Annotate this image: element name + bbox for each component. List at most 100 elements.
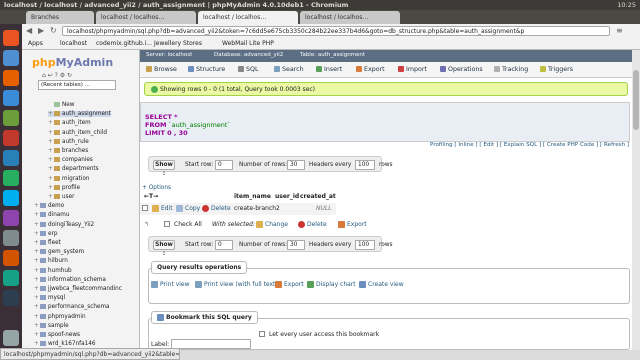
sql-links[interactable]: Profiling [ Inline ] [ Edit ] [ Explain …: [430, 142, 629, 148]
app-icon[interactable]: [3, 210, 19, 226]
col-item-name[interactable]: item_name: [234, 193, 271, 200]
url-field[interactable]: localhost/phpmyadmin/sql.php?db=advanced…: [62, 26, 610, 36]
tab-structure[interactable]: Structure: [188, 66, 225, 73]
quick-icons[interactable]: ⌂ ↩ ? ⚙ ↻: [42, 72, 72, 79]
table-item[interactable]: + departments: [48, 166, 99, 172]
show-button-top[interactable]: Show :: [153, 160, 175, 177]
bookmark-webmail[interactable]: WebMail Lite PHP: [222, 40, 274, 47]
show-button-bottom[interactable]: Show :: [153, 240, 175, 257]
bookmark-localhost[interactable]: localhost: [60, 40, 87, 47]
col-user-id[interactable]: user_id: [275, 193, 299, 200]
start-row-input-top[interactable]: 0: [215, 160, 233, 170]
check-all-label[interactable]: Check All: [174, 221, 202, 228]
recent-tables-select[interactable]: (Recent tables) ...: [38, 80, 116, 90]
filezilla-icon[interactable]: [3, 130, 19, 146]
table-item[interactable]: + user: [48, 194, 74, 200]
start-row-input-bottom[interactable]: 0: [215, 240, 233, 250]
bookmark-apps[interactable]: Apps: [28, 40, 43, 47]
table-item[interactable]: + profile: [48, 184, 80, 191]
app3-icon[interactable]: [3, 270, 19, 286]
headers-input-top[interactable]: 100: [355, 160, 375, 170]
database-item[interactable]: + hilburn: [34, 258, 68, 264]
tab-operations[interactable]: Operations: [440, 66, 483, 73]
settings-icon[interactable]: [3, 230, 19, 246]
tab-insert[interactable]: Insert: [316, 66, 342, 73]
export-link[interactable]: Export: [275, 281, 304, 288]
back-icon[interactable]: ◀: [26, 26, 32, 35]
new-table-link[interactable]: New: [48, 102, 74, 108]
crumb-database[interactable]: Database: advanced_yii2: [214, 52, 283, 58]
database-item[interactable]: + mysql: [34, 295, 65, 301]
database-item[interactable]: + wrd_k167nfa146: [34, 341, 95, 347]
forward-icon[interactable]: ▶: [38, 26, 44, 35]
database-item[interactable]: + gem_system: [34, 249, 84, 255]
bookmark-jewellery[interactable]: Jewellery Stores: [154, 40, 202, 47]
display-chart-link[interactable]: Display chart: [307, 281, 356, 288]
reload-icon[interactable]: ↻: [50, 26, 57, 35]
every-user-checkbox[interactable]: [259, 331, 265, 337]
check-all-box[interactable]: [164, 221, 170, 227]
database-item[interactable]: + doingiTeasy_Yii2: [34, 221, 94, 228]
crumb-server[interactable]: Server: localhost: [146, 52, 192, 58]
table-item[interactable]: + auth_item: [48, 120, 91, 126]
app4-icon[interactable]: [3, 290, 19, 306]
tab-search[interactable]: Search: [274, 66, 304, 73]
database-item[interactable]: + jjwebca_fleetcommandinc: [34, 286, 122, 292]
ubuntu-icon[interactable]: [3, 30, 19, 46]
print-full-link[interactable]: Print view (with full texts): [195, 281, 281, 288]
row-delete[interactable]: Delete: [202, 205, 231, 212]
create-view-link[interactable]: Create view: [359, 281, 404, 288]
table-item[interactable]: + auth_item_child: [48, 129, 107, 136]
database-item[interactable]: + fleet: [34, 240, 61, 246]
calc-icon[interactable]: [3, 170, 19, 186]
scrollbar-thumb[interactable]: [633, 70, 639, 130]
writer-icon[interactable]: [3, 150, 19, 166]
database-item[interactable]: + spoof-news: [34, 332, 80, 338]
tab-export[interactable]: Export: [356, 66, 385, 73]
firefox-icon[interactable]: [3, 70, 19, 86]
options-link[interactable]: + Options: [142, 185, 171, 191]
tab-sql[interactable]: SQL: [238, 66, 258, 73]
tab-import[interactable]: Import: [398, 66, 427, 73]
skype-icon[interactable]: [3, 190, 19, 206]
row-copy[interactable]: Copy: [176, 205, 200, 212]
headers-input-bottom[interactable]: 100: [355, 240, 375, 250]
tab-branches[interactable]: Branches: [26, 11, 94, 24]
bookmark-label-input[interactable]: [171, 339, 251, 349]
col-created-at[interactable]: created_at: [300, 193, 336, 200]
database-item[interactable]: + humhub: [34, 267, 72, 274]
trash-icon[interactable]: [3, 330, 19, 346]
row-checkbox[interactable]: [142, 205, 148, 211]
print-view-link[interactable]: Print view: [151, 281, 190, 288]
pma-logo[interactable]: phpMyAdmin: [32, 56, 113, 69]
table-item[interactable]: + branches: [48, 148, 88, 154]
tab-pma-3[interactable]: localhost / localhos…: [300, 11, 400, 24]
terminal-icon[interactable]: [3, 110, 19, 126]
menu-icon[interactable]: ≡: [616, 26, 623, 35]
delete-button[interactable]: Delete: [298, 221, 327, 228]
database-item[interactable]: + sample: [34, 322, 69, 329]
database-item[interactable]: + dinamu: [34, 212, 69, 218]
sort-arrows[interactable]: ←T→: [144, 193, 158, 200]
tab-pma-active[interactable]: localhost / localhos…: [198, 11, 298, 24]
export-button[interactable]: Export: [338, 221, 367, 228]
num-rows-input-top[interactable]: 30: [287, 160, 305, 170]
table-item[interactable]: + migration: [48, 175, 89, 182]
database-item[interactable]: + demo: [34, 203, 64, 209]
scrollbar[interactable]: [632, 50, 640, 350]
tab-browse[interactable]: Browse: [146, 66, 177, 73]
table-item[interactable]: + auth_rule: [48, 138, 89, 145]
table-item[interactable]: + companies: [48, 157, 93, 163]
row-edit[interactable]: Edit: [152, 205, 173, 212]
num-rows-input-bottom[interactable]: 30: [287, 240, 305, 250]
app2-icon[interactable]: [3, 250, 19, 266]
database-item[interactable]: + erp: [34, 230, 57, 237]
database-item[interactable]: + information_schema: [34, 276, 106, 283]
crumb-table[interactable]: Table: auth_assignment: [300, 52, 365, 58]
tab-triggers[interactable]: Triggers: [540, 66, 573, 73]
change-button[interactable]: Change: [256, 221, 288, 228]
bookmark-codemix[interactable]: codemix.github.i...: [96, 40, 152, 47]
tab-tracking[interactable]: Tracking: [494, 66, 528, 73]
tab-pma-1[interactable]: localhost / localhos…: [96, 11, 196, 24]
chromium-icon[interactable]: [3, 90, 19, 106]
